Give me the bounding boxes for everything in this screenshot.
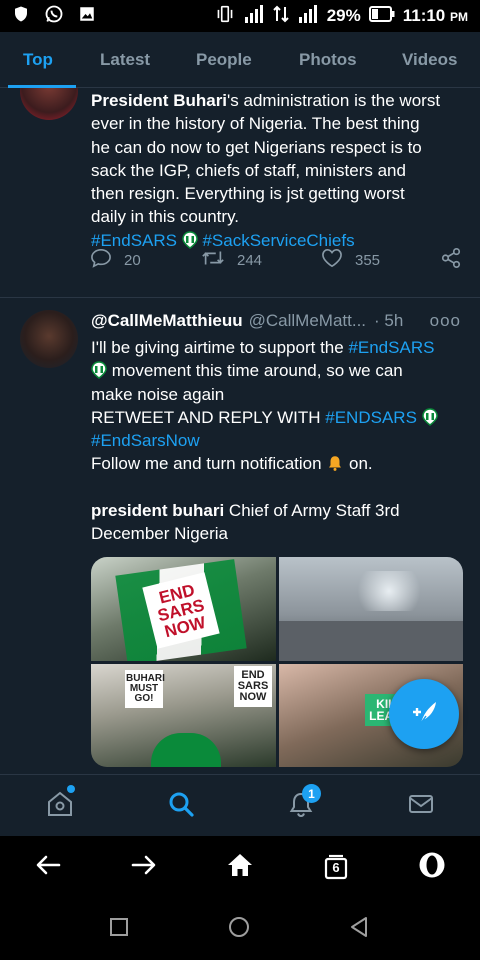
search-tab[interactable] bbox=[151, 775, 211, 837]
photo-protest-1[interactable]: END SARS NOW bbox=[91, 557, 276, 661]
compose-feather-icon bbox=[408, 696, 440, 733]
share-icon bbox=[440, 247, 462, 273]
notifications-badge: 1 bbox=[302, 784, 321, 803]
messages-tab[interactable] bbox=[391, 775, 451, 837]
road-shape bbox=[278, 620, 463, 661]
share-button[interactable] bbox=[440, 247, 462, 273]
home-new-content-dot bbox=[67, 785, 75, 793]
browser-toolbar: 6 bbox=[0, 836, 480, 898]
endsars-emoji-icon bbox=[91, 361, 107, 380]
whatsapp-icon bbox=[44, 4, 64, 29]
triangle-back-icon bbox=[349, 916, 369, 943]
status-bar: 29% 11:10 PM bbox=[0, 0, 480, 32]
tweet[interactable]: President Buhari's administration is the… bbox=[0, 88, 480, 298]
smoke-shape bbox=[348, 571, 429, 611]
hashtag-link[interactable]: #SackServiceChiefs bbox=[202, 231, 354, 250]
search-icon bbox=[167, 790, 195, 823]
clock: 11:10 PM bbox=[402, 6, 468, 25]
gallery-icon bbox=[78, 5, 96, 28]
recents-button[interactable] bbox=[89, 898, 149, 960]
system-navigation bbox=[0, 898, 480, 960]
user-handle[interactable]: @CallMeMatt... bbox=[249, 311, 366, 331]
house-icon bbox=[227, 853, 253, 882]
vibrate-icon bbox=[215, 5, 235, 28]
opera-logo-icon bbox=[418, 851, 446, 884]
compose-tweet-button[interactable] bbox=[389, 679, 459, 749]
endsars-emoji-icon bbox=[421, 408, 438, 427]
signal-icon-2 bbox=[297, 4, 319, 28]
endsars-emoji-icon bbox=[181, 231, 198, 250]
bottom-navigation bbox=[0, 774, 480, 836]
photo-protest-2[interactable] bbox=[278, 557, 463, 661]
like-count: 355 bbox=[355, 251, 381, 269]
home-tab[interactable] bbox=[30, 775, 90, 837]
arrow-left-icon bbox=[35, 854, 61, 881]
reply-icon bbox=[90, 248, 112, 272]
retweet-count: 244 bbox=[237, 251, 263, 269]
battery-icon bbox=[368, 5, 395, 27]
reply-count: 20 bbox=[124, 251, 141, 269]
tabs-button[interactable]: 6 bbox=[306, 836, 366, 898]
hashtag-link[interactable]: #EndSarsNow bbox=[91, 431, 200, 450]
bell-emoji-icon bbox=[326, 454, 344, 473]
notifications-tab[interactable] bbox=[271, 775, 331, 837]
home-icon bbox=[46, 790, 74, 823]
photo-protest-3[interactable]: BUHARI MUST GO! END SARS NOW bbox=[91, 663, 276, 767]
hashtag-link[interactable]: #EndSARS bbox=[348, 338, 434, 357]
protest-sign: END SARS NOW bbox=[234, 665, 272, 707]
home-button[interactable] bbox=[210, 836, 270, 898]
signal-icon-1 bbox=[243, 4, 265, 28]
tabs-icon: 6 bbox=[323, 854, 349, 880]
retweet-button[interactable]: 244 bbox=[201, 249, 262, 271]
tab-latest[interactable]: Latest bbox=[100, 32, 150, 88]
opera-menu-button[interactable] bbox=[402, 836, 462, 898]
circle-icon bbox=[228, 916, 250, 943]
search-tabs: Top Latest People Photos Videos bbox=[0, 32, 480, 88]
hashtag-link[interactable]: #ENDSARS bbox=[325, 408, 417, 427]
square-icon bbox=[109, 917, 129, 942]
tab-people[interactable]: People bbox=[196, 32, 252, 88]
tweet-header: @CallMeMatthieuu @CallMeMatt... · 5h ooo bbox=[91, 311, 467, 331]
battery-percent: 29% bbox=[326, 6, 361, 25]
back-system-button[interactable] bbox=[329, 898, 389, 960]
more-options-icon[interactable]: ooo bbox=[430, 311, 461, 331]
feed[interactable]: President Buhari's administration is the… bbox=[0, 88, 480, 774]
retweet-icon bbox=[201, 249, 225, 271]
tweet-time: · 5h bbox=[374, 311, 404, 330]
tab-top[interactable]: Top bbox=[23, 32, 53, 88]
tab-count: 6 bbox=[332, 860, 340, 875]
tab-photos[interactable]: Photos bbox=[299, 32, 357, 88]
heart-icon bbox=[321, 248, 343, 272]
hashtag-link[interactable]: #EndSARS bbox=[91, 231, 177, 250]
home-system-button[interactable] bbox=[209, 898, 269, 960]
forward-button[interactable] bbox=[114, 836, 174, 898]
avatar[interactable] bbox=[20, 88, 78, 120]
like-button[interactable]: 355 bbox=[321, 248, 380, 272]
back-button[interactable] bbox=[18, 836, 78, 898]
flag-shape bbox=[151, 733, 221, 767]
reply-button[interactable]: 20 bbox=[90, 248, 141, 272]
mail-icon bbox=[407, 790, 435, 823]
shield-icon bbox=[12, 5, 30, 28]
protest-sign: BUHARI MUST GO! bbox=[125, 669, 165, 708]
tab-videos[interactable]: Videos bbox=[402, 32, 457, 88]
tweet-text: President Buhari's administration is the… bbox=[91, 91, 441, 250]
tweet-text: I'll be giving airtime to support the #E… bbox=[91, 336, 467, 545]
avatar[interactable] bbox=[20, 310, 78, 368]
arrow-right-icon bbox=[131, 854, 157, 881]
data-transfer-icon bbox=[272, 5, 289, 28]
display-name[interactable]: @CallMeMatthieuu bbox=[91, 311, 243, 331]
